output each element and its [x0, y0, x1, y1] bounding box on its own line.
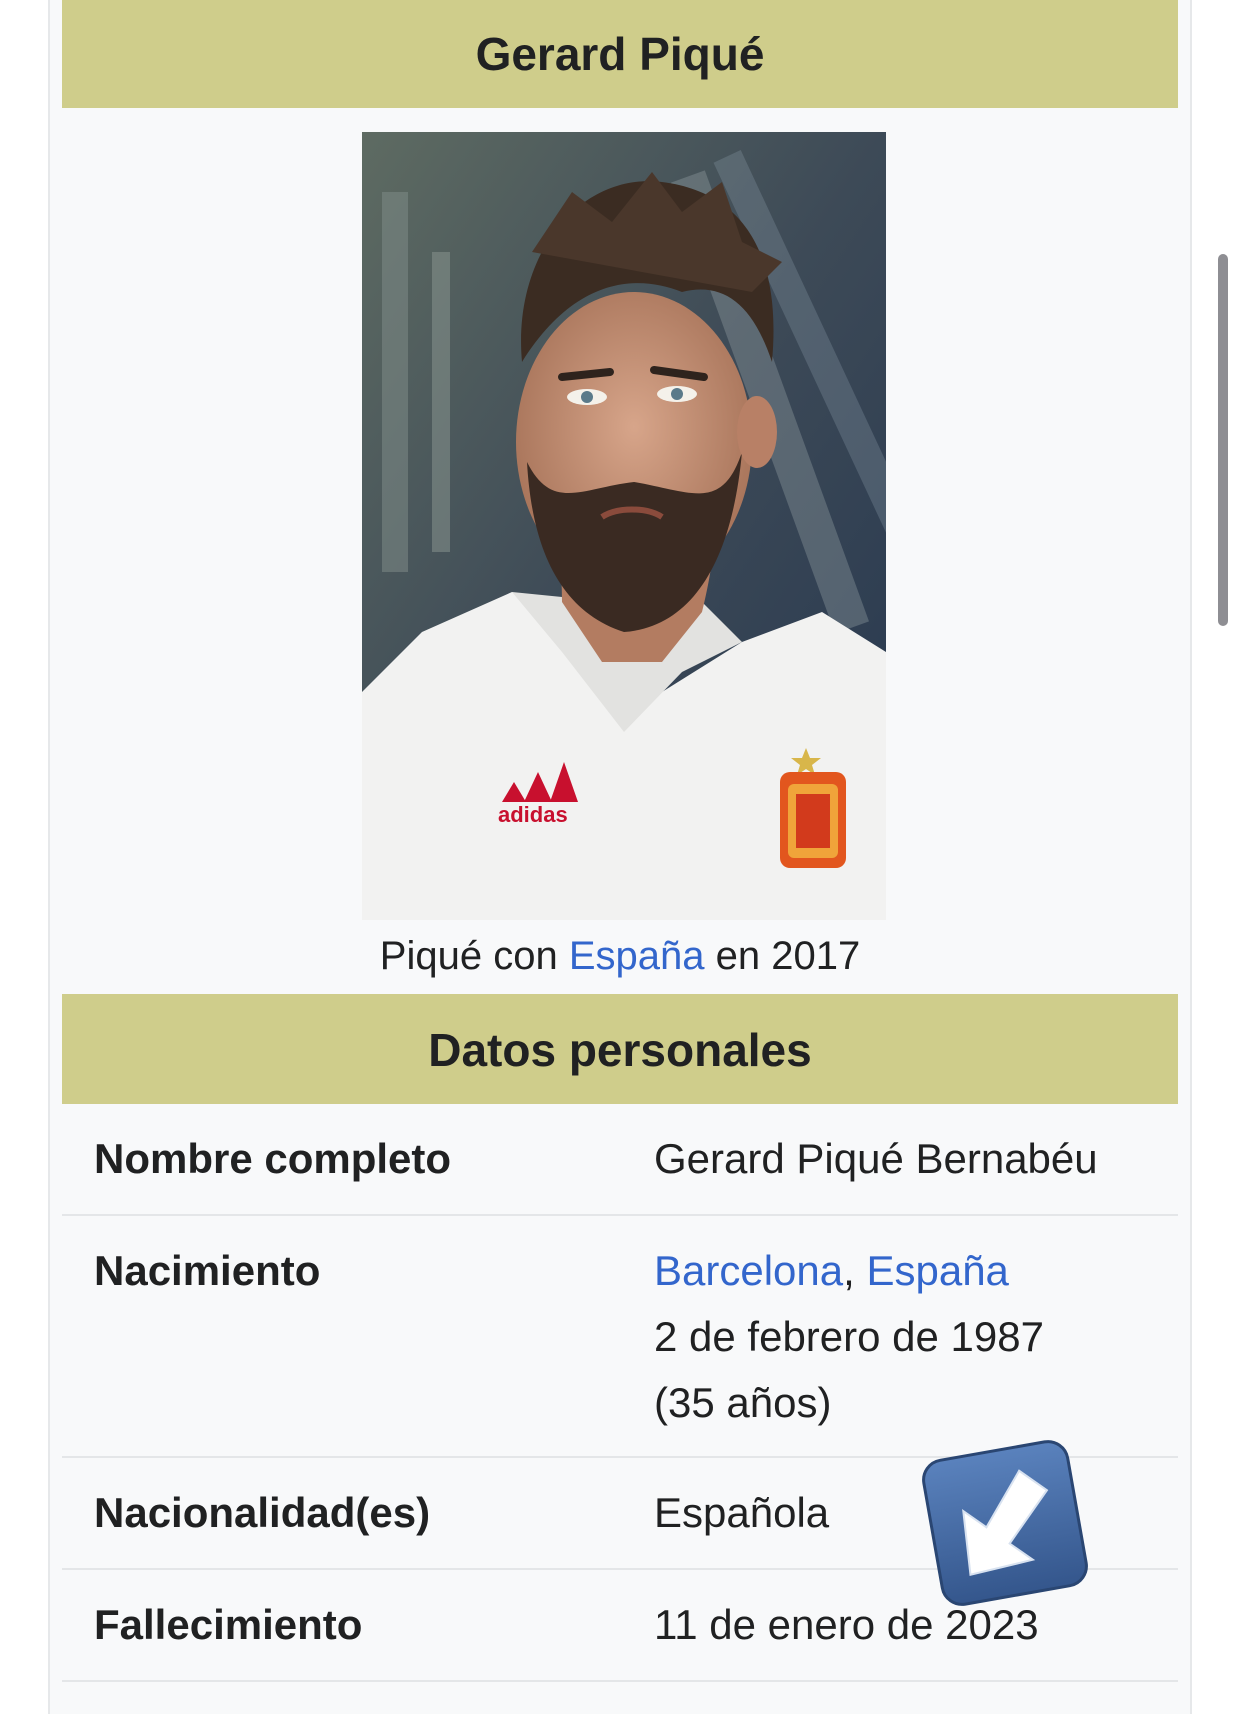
link-espana[interactable]: España	[866, 1247, 1008, 1294]
birth-place-separator: ,	[843, 1247, 867, 1294]
photo-caption: Piqué con España en 2017	[62, 934, 1178, 979]
link-espanola[interactable]: Española	[654, 1480, 829, 1546]
link-barcelona[interactable]: Barcelona	[654, 1247, 843, 1294]
row-label-full-name: Nombre completo	[94, 1135, 452, 1182]
row-label-birth: Nacimiento	[94, 1247, 321, 1294]
vertical-scrollbar[interactable]	[1218, 254, 1228, 626]
row-label-death: Fallecimiento	[94, 1601, 363, 1648]
row-label-nationality: Nacionalidad(es)	[94, 1489, 431, 1536]
row-value-full-name: Gerard Piqué Bernabéu	[654, 1135, 1098, 1182]
caption-link-espana[interactable]: España	[569, 934, 705, 978]
photo-section: adidas Piqué con España en 2017	[62, 108, 1178, 978]
caption-suffix: en 2017	[704, 934, 861, 978]
row-full-name: Nombre completo Gerard Piqué Bernabéu	[62, 1104, 1178, 1216]
arrow-down-left-icon	[920, 1438, 1090, 1608]
player-photo[interactable]: adidas	[362, 132, 886, 920]
caption-prefix: Piqué con	[379, 934, 569, 978]
section-header-datos-personales: Datos personales	[62, 994, 1178, 1104]
row-birth: Nacimiento Barcelona, España 2 de febrer…	[62, 1216, 1178, 1458]
row-value-birth: Barcelona, España 2 de febrero de 1987 (…	[654, 1238, 1044, 1436]
birth-place: Barcelona, España	[654, 1238, 1044, 1304]
birth-age: (35 años)	[654, 1379, 832, 1426]
page: Gerard Piqué adidas Piqué con España en …	[0, 0, 1242, 1714]
infobox-title: Gerard Piqué	[62, 0, 1178, 108]
birth-date: 2 de febrero de 1987	[654, 1313, 1044, 1360]
jersey-brand-text: adidas	[498, 802, 568, 827]
